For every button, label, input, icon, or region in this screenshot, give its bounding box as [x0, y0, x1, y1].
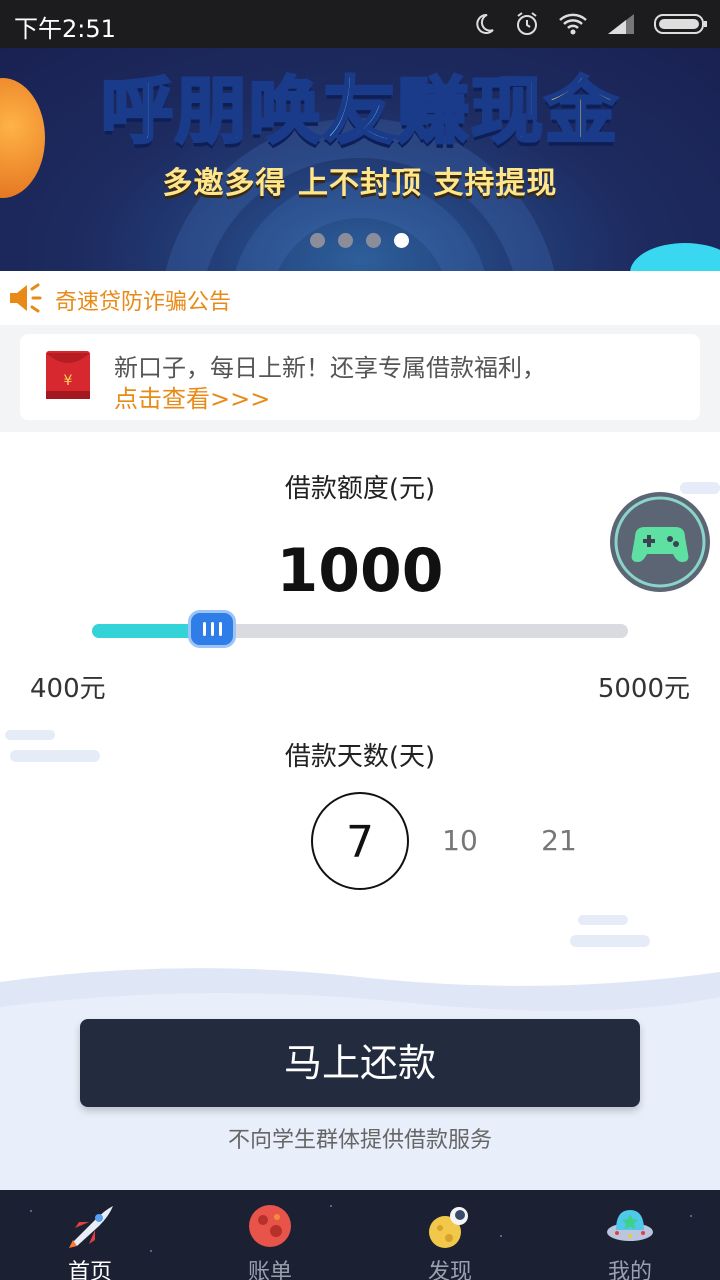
status-bar: 下午2:51 — [0, 0, 720, 48]
red-envelope-icon: ¥ — [46, 351, 90, 399]
tab-label: 我的 — [607, 1260, 652, 1280]
bottom-tab-bar: 首页 账单 发现 我的 — [0, 1190, 720, 1280]
repay-now-button[interactable]: 马上还款 — [80, 1019, 640, 1107]
day-option[interactable]: 21 — [510, 792, 608, 890]
promo-banner[interactable]: 呼朋唤友赚现金 多邀多得 上不封顶 支持提现 — [0, 48, 720, 271]
tab-home[interactable]: 首页 — [0, 1190, 180, 1280]
wifi-icon — [559, 13, 587, 35]
gamepad-icon — [614, 496, 706, 588]
tab-mine[interactable]: 我的 — [540, 1190, 720, 1280]
tab-bill[interactable]: 账单 — [180, 1190, 360, 1280]
banner-title: 呼朋唤友赚现金 — [99, 68, 620, 155]
day-option[interactable]: 10 — [411, 792, 509, 890]
promo-card[interactable]: ¥ 新口子，每日上新！还享专属借款福利， 点击查看>>> — [20, 334, 700, 420]
astronaut-moon-icon — [429, 1207, 468, 1248]
days-label: 借款天数(天) — [284, 742, 436, 772]
status-time: 下午2:51 — [14, 15, 116, 43]
day-option-selected[interactable]: 7 — [311, 792, 409, 890]
speaker-icon — [10, 283, 42, 313]
promo-link[interactable]: 点击查看>>> — [114, 379, 270, 414]
planet-icon — [249, 1205, 291, 1247]
amount-slider-handle[interactable] — [188, 610, 237, 648]
tab-label: 账单 — [247, 1260, 292, 1280]
signal-icon — [608, 14, 634, 34]
carousel-dot[interactable] — [338, 233, 353, 248]
loan-panel: 借款额度(元) 1000 400元 5000元 借款天数(天) 7 10 21 … — [0, 432, 720, 1190]
carousel-dot[interactable] — [310, 233, 325, 248]
amount-slider-track[interactable] — [92, 624, 628, 638]
ufo-icon — [607, 1210, 653, 1241]
banner-subtitle: 多邀多得 上不封顶 支持提现 — [162, 166, 558, 201]
amount-max-label: 5000元 — [597, 674, 690, 704]
battery-icon — [654, 14, 707, 34]
svg-text:¥: ¥ — [64, 373, 73, 389]
planet-decoration — [630, 243, 720, 271]
tab-label: 发现 — [427, 1260, 472, 1280]
announcement-bar[interactable]: 奇速贷防诈骗公告 — [0, 271, 720, 325]
carousel-dot-active[interactable] — [394, 233, 409, 248]
cloud-decoration — [578, 915, 628, 925]
promo-text: 新口子，每日上新！还享专属借款福利， — [114, 354, 546, 382]
status-icons — [472, 10, 708, 38]
rocket-icon — [69, 1206, 113, 1248]
carousel-dot[interactable] — [366, 233, 381, 248]
cloud-decoration — [570, 935, 650, 947]
moon-icon — [476, 13, 494, 34]
alarm-icon — [517, 12, 537, 35]
game-floating-button[interactable] — [610, 492, 710, 592]
announcement-text: 奇速贷防诈骗公告 — [55, 290, 232, 315]
tab-label: 首页 — [67, 1260, 112, 1280]
carousel-indicator — [310, 233, 409, 248]
amount-min-label: 400元 — [30, 674, 106, 704]
disclaimer-text: 不向学生群体提供借款服务 — [227, 1128, 492, 1153]
tab-discover[interactable]: 发现 — [360, 1190, 540, 1280]
